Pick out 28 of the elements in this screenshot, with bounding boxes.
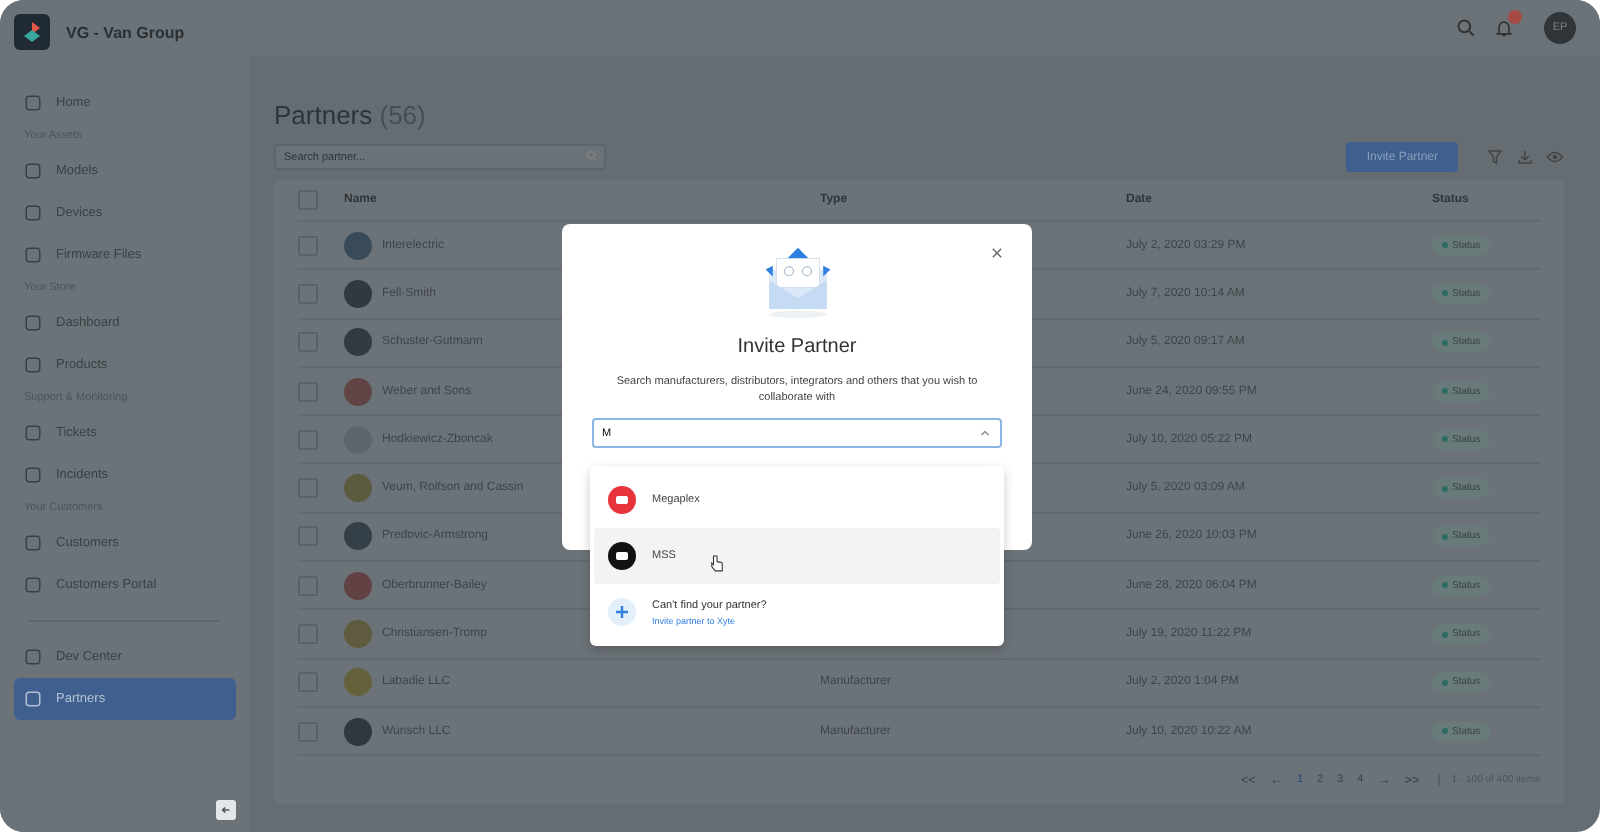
plus-icon[interactable] <box>608 598 636 626</box>
hand-cursor-icon <box>710 554 724 572</box>
logo-icon <box>14 14 50 50</box>
chevron-up-icon[interactable] <box>978 426 992 440</box>
square-icon <box>24 204 42 222</box>
download-icon[interactable] <box>1516 148 1534 166</box>
envelope-drawing <box>761 244 833 320</box>
collapse-icon[interactable] <box>216 800 236 820</box>
square-icon <box>24 648 42 666</box>
square-icon <box>24 94 42 112</box>
square-icon <box>24 246 42 264</box>
notification-badge <box>1508 10 1522 24</box>
dialog-title: Invite Partner <box>737 336 857 358</box>
eye-icon[interactable] <box>1546 148 1564 166</box>
square-icon <box>24 690 42 708</box>
bell-icon[interactable] <box>1494 18 1514 38</box>
square-icon <box>24 534 42 552</box>
square-icon <box>24 576 42 594</box>
close-icon[interactable] <box>990 246 1004 260</box>
square-icon <box>24 466 42 484</box>
square-icon <box>24 162 42 180</box>
square-icon <box>24 424 42 442</box>
search-icon[interactable] <box>586 150 598 162</box>
square-icon <box>24 356 42 374</box>
filter-icon[interactable] <box>1486 148 1504 166</box>
square-icon <box>24 314 42 332</box>
app-name: VG - Van Group <box>66 23 185 41</box>
search-icon[interactable] <box>1456 18 1476 38</box>
